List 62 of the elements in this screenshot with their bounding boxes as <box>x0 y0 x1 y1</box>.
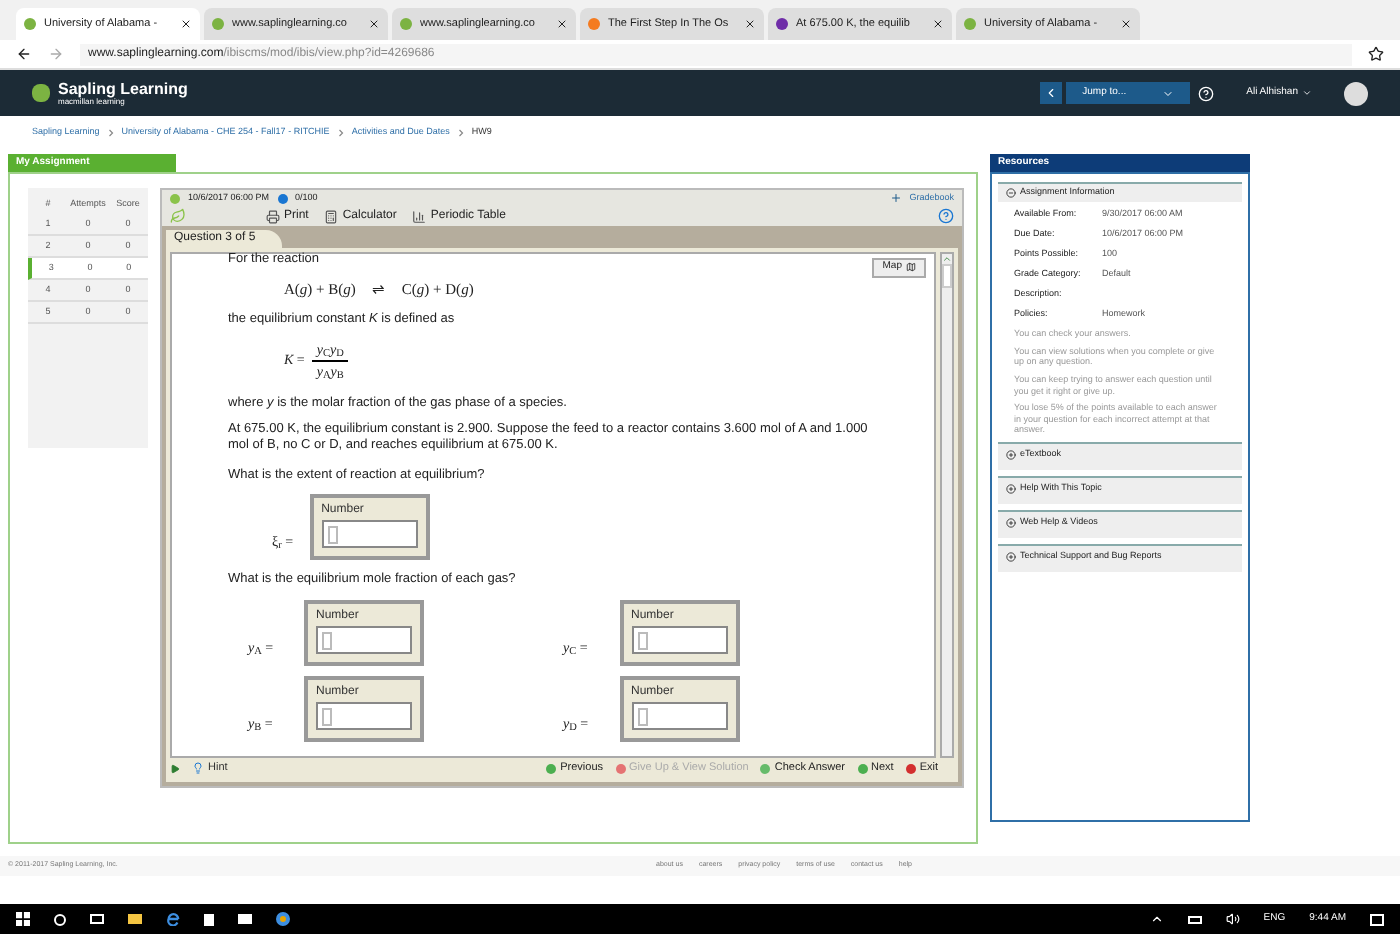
caret-icon <box>1162 87 1175 99</box>
battery-icon[interactable] <box>1187 915 1202 923</box>
avatar-icon[interactable] <box>1344 81 1368 105</box>
chevron-left-icon <box>1044 86 1059 100</box>
action-icon <box>760 763 771 773</box>
brand-name: Sapling Learning <box>58 81 188 97</box>
star-icon[interactable] <box>1368 46 1384 62</box>
close-icon[interactable] <box>932 18 944 30</box>
chevron-icon <box>457 127 464 137</box>
logo-icon <box>32 84 50 102</box>
lightbulb-icon <box>192 762 204 774</box>
collapse-icon <box>1006 188 1016 198</box>
number-input[interactable] <box>316 626 412 654</box>
bar-chart-icon <box>412 209 427 223</box>
close-icon[interactable] <box>1120 18 1132 30</box>
action-icon <box>615 763 626 773</box>
close-icon[interactable] <box>556 18 568 30</box>
plus-icon <box>889 192 902 204</box>
back-icon[interactable] <box>16 46 32 62</box>
task-view-icon[interactable] <box>90 914 104 924</box>
scrollbar[interactable] <box>940 252 954 758</box>
browser-e-icon[interactable] <box>166 912 180 926</box>
action-icon <box>546 763 557 773</box>
map-icon <box>906 262 916 273</box>
tab-favicon-icon <box>400 18 412 30</box>
notification-icon[interactable] <box>1370 913 1384 925</box>
close-icon[interactable] <box>368 18 380 30</box>
input-caret-icon <box>637 707 647 725</box>
tab-favicon-icon <box>24 18 36 30</box>
input-caret-icon <box>322 631 332 649</box>
close-icon[interactable] <box>744 18 756 30</box>
action-icon <box>857 763 868 773</box>
input-caret-icon <box>327 525 338 544</box>
tab-favicon-icon <box>964 18 976 30</box>
points-icon <box>277 193 288 203</box>
windows-icon[interactable] <box>16 912 30 926</box>
calculator-icon <box>324 209 339 223</box>
input-caret-icon <box>637 631 647 649</box>
number-input[interactable] <box>316 702 412 730</box>
action-icon <box>905 763 916 773</box>
number-input[interactable] <box>321 520 418 549</box>
scroll-thumb[interactable] <box>942 264 952 288</box>
browser-icon[interactable] <box>276 912 290 926</box>
printer-icon <box>266 209 280 223</box>
bag-icon[interactable] <box>204 913 214 925</box>
chevron-icon <box>107 127 114 137</box>
input-caret-icon <box>322 707 332 725</box>
search-icon[interactable] <box>54 913 66 925</box>
number-input[interactable] <box>631 626 727 654</box>
caret-icon <box>1302 88 1312 98</box>
play-icon[interactable] <box>170 763 180 773</box>
close-icon[interactable] <box>180 18 192 30</box>
caret-up-icon[interactable] <box>1149 912 1164 926</box>
prev-button[interactable] <box>1040 82 1063 104</box>
leaf-icon <box>170 208 186 224</box>
tab-favicon-icon <box>212 18 224 30</box>
number-input[interactable] <box>631 702 727 730</box>
tab-favicon-icon <box>776 18 788 30</box>
chevron-icon <box>337 127 344 137</box>
clock-icon <box>170 193 180 203</box>
tab-favicon-icon <box>588 18 600 30</box>
volume-icon[interactable] <box>1225 912 1240 926</box>
